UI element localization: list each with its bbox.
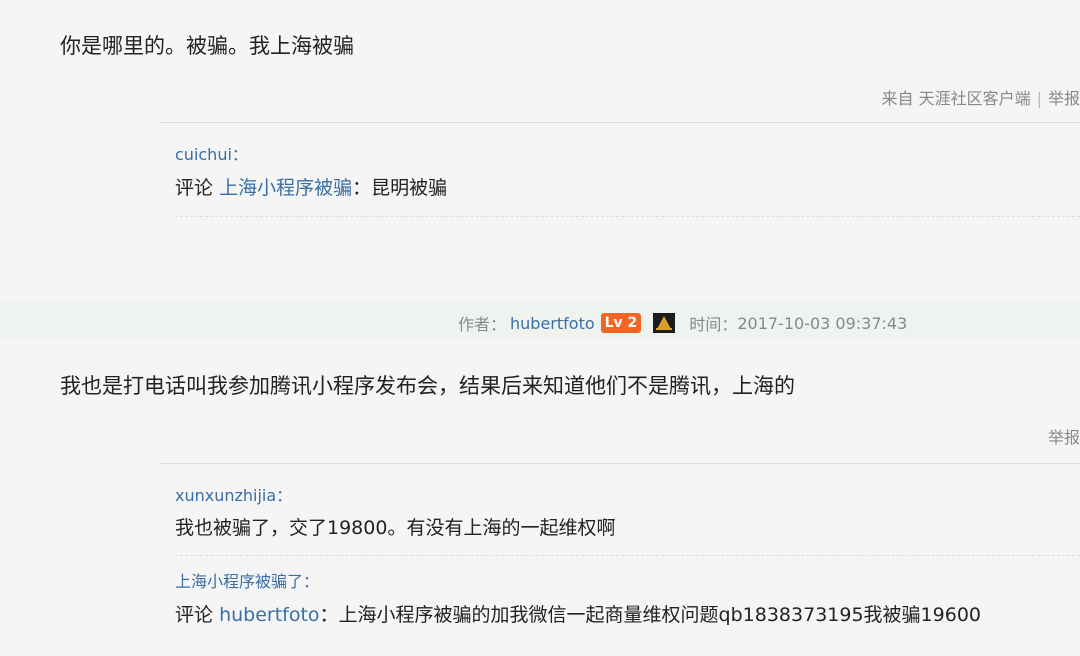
comment-target-link[interactable]: 上海小程序被骗 xyxy=(219,177,352,199)
comment-target-link[interactable]: hubertfoto xyxy=(219,604,319,626)
comment-body: ：昆明被骗 xyxy=(352,177,447,199)
user-rank-icon xyxy=(653,313,675,333)
post-body: 你是哪里的。被骗。我上海被骗 xyxy=(60,30,354,60)
comment-text: 我也被骗了，交了19800。有没有上海的一起维权啊 xyxy=(175,513,615,540)
comment-author[interactable]: 上海小程序被骗了： xyxy=(175,568,319,592)
author-info: 作者： hubertfoto Lv 2 时间： 2017-10-03 09:37… xyxy=(458,311,907,335)
level-badge: Lv 2 xyxy=(601,313,642,333)
report-link[interactable]: 举报 xyxy=(1048,89,1080,108)
source-text[interactable]: 来自 天涯社区客户端 xyxy=(882,89,1031,108)
comment-divider xyxy=(175,216,1080,217)
time-value: 2017-10-03 09:37:43 xyxy=(737,314,907,333)
comment-text: 评论 上海小程序被骗：昆明被骗 xyxy=(175,173,447,200)
comment-divider xyxy=(175,555,1080,556)
comment-author[interactable]: cuichui： xyxy=(175,141,248,165)
comment-prefix: 评论 xyxy=(175,604,213,626)
post-meta: 来自 天涯社区客户端 | 举报 xyxy=(882,85,1080,109)
comment-author[interactable]: xunxunzhijia： xyxy=(175,482,292,506)
comment-section: xunxunzhijia： 我也被骗了，交了19800。有没有上海的一起维权啊 … xyxy=(160,463,1080,656)
report-link[interactable]: 举报 xyxy=(1048,428,1080,447)
divider: | xyxy=(1037,89,1042,108)
comment-section: cuichui： 评论 上海小程序被骗：昆明被骗 xyxy=(160,122,1080,223)
post-meta: 举报 xyxy=(1048,424,1080,448)
comment-body: ：上海小程序被骗的加我微信一起商量维权问题qb1838373195我被骗1960… xyxy=(320,604,981,626)
comment-prefix: 评论 xyxy=(175,177,213,199)
comment-text: 评论 hubertfoto：上海小程序被骗的加我微信一起商量维权问题qb1838… xyxy=(175,600,981,627)
author-bar: 作者： hubertfoto Lv 2 时间： 2017-10-03 09:37… xyxy=(0,300,1080,340)
author-label: 作者： xyxy=(458,311,506,335)
post-body: 我也是打电话叫我参加腾讯小程序发布会，结果后来知道他们不是腾讯，上海的 xyxy=(60,370,795,400)
author-name-link[interactable]: hubertfoto xyxy=(510,314,595,333)
time-label: 时间： xyxy=(689,311,737,335)
